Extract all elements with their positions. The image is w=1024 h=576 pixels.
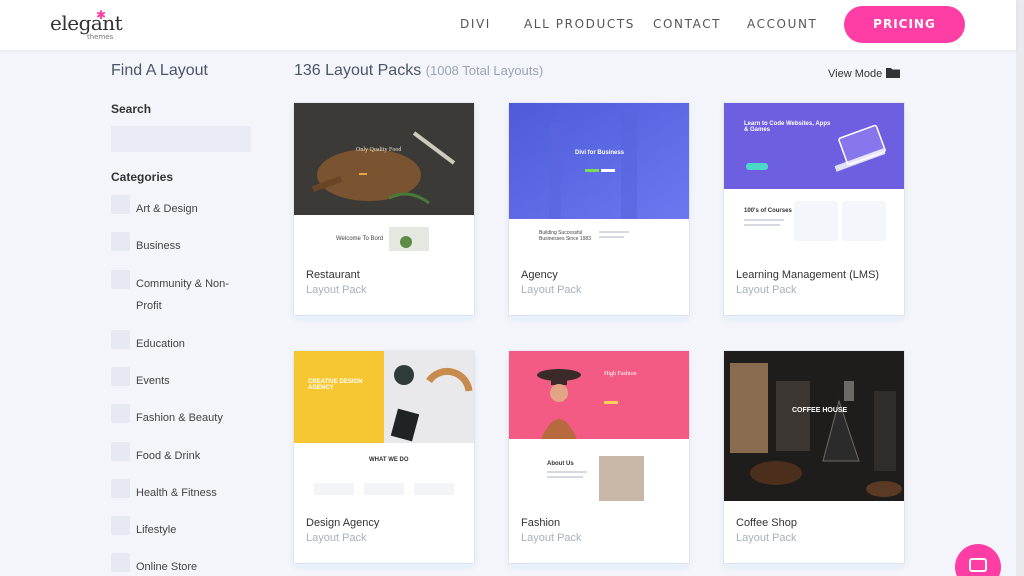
thumbnail-subtext: Building Successful Businesses Since 198… [539,230,591,242]
layout-pack-name: Coffee Shop [736,517,797,529]
category-checkbox[interactable] [111,330,130,349]
elegant-themes-logo[interactable]: elegant ✱ themes [50,8,123,42]
category-checkbox[interactable] [111,553,130,572]
category-label: Art & Design [136,203,198,215]
category-checkbox[interactable] [111,516,130,535]
thumbnail-subtext: Welcome To Bord [336,236,384,242]
layout-packs-heading: 136 Layout Packs (1008 Total Layouts) [294,62,543,80]
pricing-button[interactable]: PRICING [844,6,965,43]
thumbnail-headline: CREATIVE DESIGN AGENCY [308,379,363,391]
category-education[interactable]: Education [111,330,271,352]
layout-pack-name: Restaurant [306,269,360,281]
layout-card-design-agency[interactable]: CREATIVE DESIGN AGENCY WHAT WE DO Design… [294,351,474,569]
total-layouts-count: (1008 Total Layouts) [425,63,544,78]
layout-thumbnail: Learn to Code Websites, Apps & Games 100… [724,103,904,253]
chat-icon [969,558,987,572]
thumbnail-subtext: 100's of Courses [744,208,792,214]
categories-label: Categories [111,170,174,184]
layout-card-learning-management[interactable]: Learn to Code Websites, Apps & Games 100… [724,103,904,321]
layout-thumbnail: COFFEE HOUSE [724,351,904,501]
category-lifestyle[interactable]: Lifestyle [111,516,271,538]
category-label: Fashion & Beauty [136,412,223,424]
thumbnail-headline: Only Quality Food [356,147,402,153]
layout-card-agency[interactable]: Divi for Business Building Successful Bu… [509,103,689,321]
category-online-store[interactable]: Online Store [111,553,271,575]
category-art-design[interactable]: Art & Design [111,195,271,217]
view-mode-label[interactable]: View Mode [828,68,882,80]
category-checkbox[interactable] [111,270,130,289]
thumbnail-subtext: About Us [547,461,574,467]
layout-thumbnail: Divi for Business Building Successful Bu… [509,103,689,253]
thumbnail-headline: High Fashion [604,371,637,377]
category-checkbox[interactable] [111,404,130,423]
logo-star-icon: ✱ [96,8,107,22]
thumbnail-subtext: WHAT WE DO [369,457,409,463]
category-community-non-profit[interactable]: Community & Non-Profit [111,270,271,314]
layout-thumbnail: Only Quality Food Welcome To Bord [294,103,474,253]
layout-pack-type: Layout Pack [306,284,367,296]
category-checkbox[interactable] [111,195,130,214]
search-input[interactable] [111,126,251,152]
category-checkbox[interactable] [111,367,130,386]
folder-icon[interactable] [886,67,900,78]
chat-launcher-button[interactable] [955,544,1001,576]
nav-link-divi[interactable]: DIVI [460,17,491,31]
top-navigation: elegant ✱ themes DIVI ALL PRODUCTS CONTA… [0,0,1016,50]
layout-packs-count: 136 Layout Packs [294,62,422,79]
nav-link-all-products[interactable]: ALL PRODUCTS [524,17,635,31]
layout-pack-type: Layout Pack [521,284,582,296]
category-food-drink[interactable]: Food & Drink [111,442,271,464]
sidebar-title: Find A Layout [111,62,208,79]
layout-pack-type: Layout Pack [306,532,367,544]
category-fashion-beauty[interactable]: Fashion & Beauty [111,404,271,426]
category-label: Education [136,338,185,350]
layout-pack-name: Learning Management (LMS) [736,269,880,281]
layout-pack-name: Agency [521,269,558,281]
category-business[interactable]: Business [111,232,271,254]
category-label: Community & Non-Profit [136,278,229,312]
layout-pack-type: Layout Pack [736,284,797,296]
category-label: Business [136,240,181,252]
category-label: Online Store [136,561,198,573]
search-label: Search [111,102,152,116]
category-checkbox[interactable] [111,232,130,251]
thumbnail-headline: Learn to Code Websites, Apps & Games [744,121,831,133]
layout-pack-type: Layout Pack [736,532,797,544]
nav-link-account[interactable]: ACCOUNT [747,17,818,31]
category-checkbox[interactable] [111,479,130,498]
layout-pack-name: Fashion [521,517,561,529]
layout-card-coffee-shop[interactable]: COFFEE HOUSE Coffee Shop Layout Pack [724,351,904,569]
layout-pack-type: Layout Pack [521,532,582,544]
category-label: Food & Drink [136,450,201,462]
layout-card-restaurant[interactable]: Only Quality Food Welcome To Bord Restau… [294,103,474,321]
layout-pack-name: Design Agency [306,517,380,529]
layout-thumbnail: High Fashion About Us [509,351,689,501]
category-label: Lifestyle [136,524,177,536]
layout-thumbnail: CREATIVE DESIGN AGENCY WHAT WE DO [294,351,474,501]
category-health-fitness[interactable]: Health & Fitness [111,479,271,501]
page-scrollbar[interactable] [1016,0,1024,576]
nav-link-contact[interactable]: CONTACT [653,17,721,31]
layout-card-fashion[interactable]: High Fashion About Us Fashion Layout Pac… [509,351,689,569]
category-checkbox[interactable] [111,442,130,461]
thumbnail-headline: Divi for Business [575,150,625,156]
category-label: Health & Fitness [136,487,217,499]
thumbnail-headline: COFFEE HOUSE [792,407,848,414]
logo-subtext: themes [87,33,114,41]
category-label: Events [136,375,170,387]
category-events[interactable]: Events [111,367,271,389]
